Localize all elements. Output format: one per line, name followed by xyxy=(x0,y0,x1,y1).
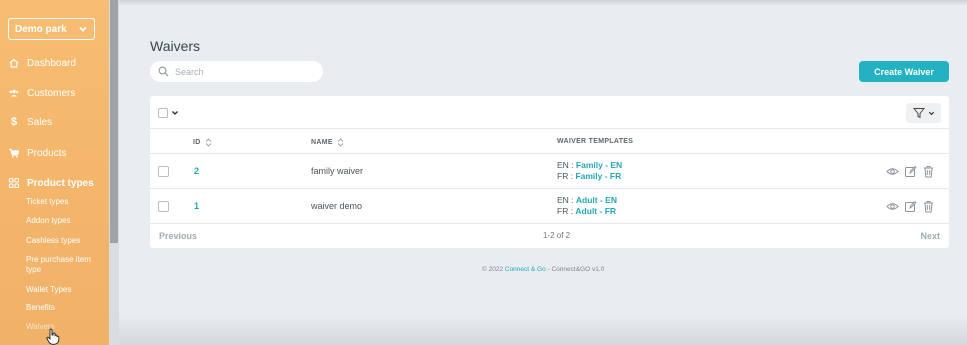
table-toolbar xyxy=(150,96,949,129)
create-waiver-button[interactable]: Create Waiver xyxy=(859,61,949,82)
row-actions xyxy=(886,165,935,178)
view-icon[interactable] xyxy=(886,165,899,178)
sidebar-subitem-ticket-types[interactable]: Ticket types xyxy=(26,197,102,207)
chevron-down-icon[interactable] xyxy=(171,109,179,117)
cart-icon xyxy=(8,147,20,159)
pagination: Previous 1-2 of 2 Next xyxy=(150,224,949,248)
row-name: family waiver xyxy=(311,166,364,176)
template-link[interactable]: Adult - EN xyxy=(576,195,617,205)
template-lang: EN : xyxy=(557,195,576,205)
row-templates: EN : Adult - EN FR : Adult - FR xyxy=(557,195,617,217)
sidebar-subitem-pre-purchase-item-type[interactable]: Pre purchase item type xyxy=(26,255,102,275)
users-icon xyxy=(8,87,20,99)
search-box[interactable] xyxy=(150,61,323,82)
delete-icon[interactable] xyxy=(922,165,935,178)
sidebar-item-products[interactable]: Products xyxy=(8,145,66,161)
template-lang: FR : xyxy=(557,171,576,181)
edit-icon[interactable] xyxy=(904,165,917,178)
template-link[interactable]: Family - EN xyxy=(576,160,622,170)
page-title: Waivers xyxy=(150,38,201,54)
sidebar-item-customers[interactable]: Customers xyxy=(8,85,75,101)
template-lang: FR : xyxy=(557,206,576,216)
sidebar-item-dashboard[interactable]: Dashboard xyxy=(8,55,76,71)
park-select[interactable]: Demo park xyxy=(8,18,95,40)
sidebar: Demo park Dashboard Customers $ Sales Pr… xyxy=(0,0,109,345)
sidebar-subitem-waivers[interactable]: Waivers xyxy=(26,322,102,332)
row-id[interactable]: 2 xyxy=(194,166,199,176)
row-checkbox[interactable] xyxy=(158,166,169,177)
template-lang: EN : xyxy=(557,160,576,170)
top-bar xyxy=(119,0,967,6)
copyright-prefix: © 2022 xyxy=(482,266,505,273)
page-info: 1-2 of 2 xyxy=(543,231,571,240)
sidebar-item-label: Customers xyxy=(27,87,76,99)
chevron-down-icon xyxy=(79,26,87,32)
column-header-label: WAIVER TEMPLATES xyxy=(557,138,634,145)
company-link[interactable]: Connect & Go xyxy=(505,266,546,273)
dollar-icon: $ xyxy=(10,116,18,128)
view-icon[interactable] xyxy=(886,200,899,213)
copyright-suffix: - Connect&GO v1.0 xyxy=(545,266,605,273)
edit-icon[interactable] xyxy=(904,200,917,213)
table-header: ID NAME WAIVER TEMPLATES xyxy=(150,130,949,154)
column-header-label: ID xyxy=(193,139,201,146)
scrollbar-thumb[interactable] xyxy=(110,0,118,243)
template-link[interactable]: Adult - FR xyxy=(575,206,616,216)
column-header-waiver-templates: WAIVER TEMPLATES xyxy=(557,138,633,145)
search-input[interactable] xyxy=(175,66,315,77)
template-link[interactable]: Family - FR xyxy=(575,171,621,181)
column-header-id[interactable]: ID xyxy=(193,138,212,147)
table-row[interactable]: 2 family waiver EN : Family - EN FR : Fa… xyxy=(150,154,949,189)
sidebar-subitem-wallet-types[interactable]: Wallet Types xyxy=(26,285,102,295)
row-templates: EN : Family - EN FR : Family - FR xyxy=(557,160,622,182)
sidebar-item-product-types[interactable]: Product types xyxy=(8,175,94,191)
delete-icon[interactable] xyxy=(922,200,935,213)
sidebar-subitem-cashless-types[interactable]: Cashless types xyxy=(26,236,102,246)
chevron-down-icon xyxy=(928,111,934,115)
copyright: © 2022 Connect & Go - Connect&GO v1.0 xyxy=(482,266,604,273)
sidebar-item-sales[interactable]: $ Sales xyxy=(8,114,52,130)
sidebar-item-label: Products xyxy=(27,147,67,159)
column-header-name[interactable]: NAME xyxy=(311,138,344,147)
filter-button[interactable] xyxy=(906,103,941,123)
sidebar-item-label: Sales xyxy=(27,116,53,128)
hand-cursor-icon xyxy=(46,328,60,345)
sidebar-item-label: Dashboard xyxy=(27,57,76,69)
sidebar-subitem-addon-types[interactable]: Addon types xyxy=(26,216,102,226)
waivers-table: ID NAME WAIVER TEMPLATES 2 family waiver… xyxy=(150,96,949,248)
grid-icon xyxy=(8,177,20,189)
table-row[interactable]: 1 waiver demo EN : Adult - EN FR : Adult… xyxy=(150,189,949,224)
previous-page-button[interactable]: Previous xyxy=(159,231,197,241)
sort-icon xyxy=(337,138,344,147)
row-id[interactable]: 1 xyxy=(194,201,199,211)
sidebar-scrollbar[interactable] xyxy=(109,0,119,345)
row-name: waiver demo xyxy=(311,201,363,211)
home-icon xyxy=(8,57,20,69)
next-page-button[interactable]: Next xyxy=(920,231,940,241)
sidebar-subitem-benefits[interactable]: Benefits xyxy=(26,303,102,313)
bottom-shade xyxy=(119,315,967,345)
park-select-label: Demo park xyxy=(15,23,67,35)
sidebar-item-label: Product types xyxy=(27,177,94,189)
sort-icon xyxy=(205,138,211,147)
row-actions xyxy=(886,200,935,213)
column-header-label: NAME xyxy=(311,139,333,146)
search-icon xyxy=(158,66,169,77)
select-all-checkbox[interactable] xyxy=(158,108,168,118)
row-checkbox[interactable] xyxy=(158,201,169,212)
filter-icon xyxy=(912,108,925,119)
